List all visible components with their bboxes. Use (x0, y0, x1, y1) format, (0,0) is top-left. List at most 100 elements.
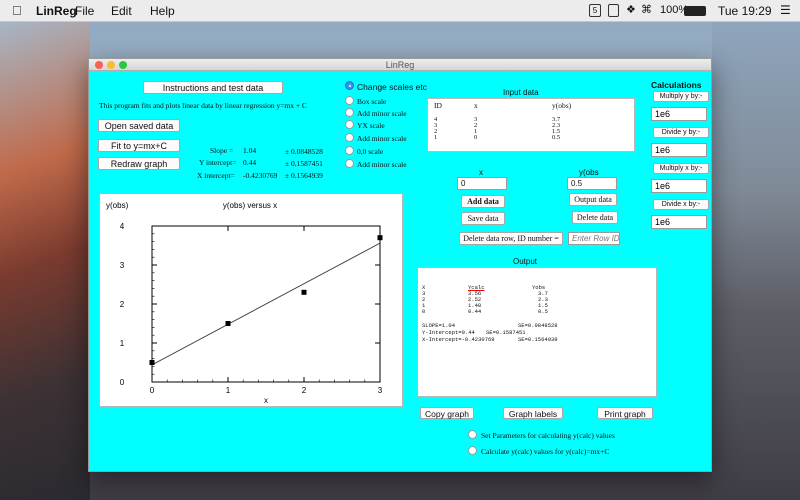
menu-edit[interactable]: Edit (111, 4, 132, 18)
x-input-field[interactable]: 0 (457, 177, 507, 190)
calc-button-0[interactable]: Multiply y by:- (653, 91, 709, 102)
chart-title: y(obs) versus x (223, 201, 277, 210)
menu-app-name[interactable]: LinReg (36, 4, 77, 18)
input-cell: 1 (434, 134, 438, 141)
calc-value-field-1[interactable]: 1e6 (651, 143, 707, 157)
menu-help[interactable]: Help (150, 4, 175, 18)
input-data-title: Input data (503, 88, 539, 97)
menu-bar:  LinReg File Edit Help 5 ❖ ⌘ 100% Tue 1… (0, 0, 800, 22)
calc-button-3[interactable]: Divide x by:- (653, 199, 709, 210)
menu-list-icon[interactable]: ☰ (780, 3, 791, 17)
y-input-field[interactable]: 0.5 (567, 177, 617, 190)
menu-clock[interactable]: Tue 19:29 (718, 4, 772, 18)
scale-option-label-0: Change scales etc (357, 82, 427, 92)
desktop-wallpaper-left (0, 22, 90, 500)
window-titlebar: LinReg (89, 59, 711, 71)
save-data-button[interactable]: Save data (461, 212, 505, 225)
regression-chart: 0 1 2 3 0 1 2 3 4 y(obs) versus x y(obs) x (106, 201, 383, 405)
row-id-input[interactable] (568, 232, 620, 245)
data-point (377, 235, 383, 241)
print-graph-button[interactable]: Print graph (597, 407, 653, 419)
input-data-table: ID x y(obs) 4 3 3.7 3 2 2.3 2 1 1.5 1 0 0.5 (427, 98, 635, 152)
output-cell: 0 (422, 308, 426, 315)
graph-panel: 0 1 2 3 0 1 2 3 4 y(obs) versus x y(obs) x (99, 193, 403, 407)
scale-option-radio-6[interactable] (345, 159, 354, 168)
scale-option-radio-1[interactable] (345, 96, 354, 105)
calculations-title: Calculations (651, 80, 702, 90)
scale-option-label-5: 0,0 scale (357, 147, 384, 156)
dropbox-icon[interactable]: ❖ (626, 3, 636, 16)
program-description: This program fits and plots linear data … (99, 101, 307, 110)
redraw-graph-button[interactable]: Redraw graph (98, 157, 180, 170)
calculate-ycalc-label: Calculate y(calc) values for y(calc)=mx+… (481, 447, 610, 456)
calc-button-1[interactable]: Divide y by:- (653, 127, 709, 138)
x-intercept-value: -0.4230769 (243, 171, 278, 180)
data-point (225, 321, 231, 326)
output-cell: 0.44 (468, 308, 482, 315)
output-stat: SE=0.1564939 (518, 336, 558, 343)
copy-graph-button[interactable]: Copy graph (420, 407, 474, 419)
delete-row-button[interactable]: Delete data row, ID number = (459, 232, 563, 245)
y-tick-label: 4 (120, 222, 125, 231)
graph-labels-button[interactable]: Graph labels (503, 407, 563, 419)
slope-label: Slope = (210, 146, 234, 155)
menu-file[interactable]: File (75, 4, 94, 18)
slope-value: 1.04 (243, 146, 257, 155)
scale-option-radio-2[interactable] (345, 108, 354, 117)
output-stat: SE=0.0848528 (518, 322, 558, 329)
output-stat: SE=0.1587451 (486, 329, 526, 336)
calc-value-field-0[interactable]: 1e6 (651, 107, 707, 121)
scale-option-label-1: Box scale (357, 97, 387, 106)
output-title: Output (513, 257, 538, 266)
output-cell: 0.5 (538, 308, 548, 315)
slope-se: ± 0.0848528 (285, 147, 323, 156)
scale-option-radio-3[interactable] (345, 120, 354, 129)
input-header-yobs: y(obs) (552, 101, 572, 110)
output-stat: X-Intercept=-0.4230769 (422, 336, 495, 343)
main-window: LinReg Instructions and test data This p… (88, 58, 712, 472)
calc-value-field-3[interactable]: 1e6 (651, 215, 707, 229)
instructions-button[interactable]: Instructions and test data (143, 81, 283, 94)
calc-value-field-2[interactable]: 1e6 (651, 179, 707, 193)
delete-data-button[interactable]: Delete data (572, 211, 618, 224)
add-data-button[interactable]: Add data (461, 195, 505, 208)
output-data-button[interactable]: Output data (569, 193, 617, 206)
wifi-icon[interactable]: ⌘ (641, 3, 652, 16)
y-tick-label: 2 (120, 300, 125, 309)
output-stat: SLOPE=1.04 (422, 322, 456, 329)
x-axis-label: x (264, 396, 268, 405)
x-intercept-label: X intercept= (197, 171, 235, 180)
scale-option-radio-0[interactable] (345, 81, 354, 90)
calendar-icon[interactable]: 5 (589, 4, 601, 17)
y-tick-label: 3 (120, 261, 125, 270)
y-input-label: y(obs (579, 168, 599, 177)
x-input-label: x (479, 168, 483, 177)
scale-option-label-3: YX scale (357, 121, 385, 130)
y-axis-label: y(obs) (106, 201, 129, 210)
x-tick-label: 2 (302, 386, 307, 395)
y-tick-label: 1 (120, 339, 125, 348)
y-intercept-label: Y intercept= (199, 158, 237, 167)
fit-line (151, 242, 381, 366)
clipboard-icon[interactable] (608, 4, 619, 17)
scale-option-label-4: Add minor scale (357, 134, 407, 143)
scale-option-radio-5[interactable] (345, 146, 354, 155)
calculate-ycalc-radio[interactable] (468, 446, 477, 455)
scale-option-label-6: Add minor scale (357, 160, 407, 169)
battery-icon[interactable] (684, 6, 706, 16)
input-cell: 0 (474, 134, 478, 141)
open-saved-data-button[interactable]: Open saved data (98, 119, 180, 132)
scale-option-label-2: Add minor scale (357, 109, 407, 118)
apple-icon[interactable]:  (12, 3, 22, 18)
fit-button[interactable]: Fit to y=mx+C (98, 139, 180, 152)
scale-option-radio-4[interactable] (345, 133, 354, 142)
x-tick-label: 0 (150, 386, 155, 395)
x-intercept-se: ± 0.1564939 (285, 171, 323, 180)
x-tick-label: 3 (378, 386, 383, 395)
window-content: Instructions and test data This program … (89, 71, 711, 471)
set-parameters-radio[interactable] (468, 430, 477, 439)
calc-button-2[interactable]: Multiply x by:- (653, 163, 709, 174)
data-point (301, 289, 307, 295)
input-header-id: ID (434, 101, 442, 110)
desktop-wallpaper-right (712, 22, 800, 500)
